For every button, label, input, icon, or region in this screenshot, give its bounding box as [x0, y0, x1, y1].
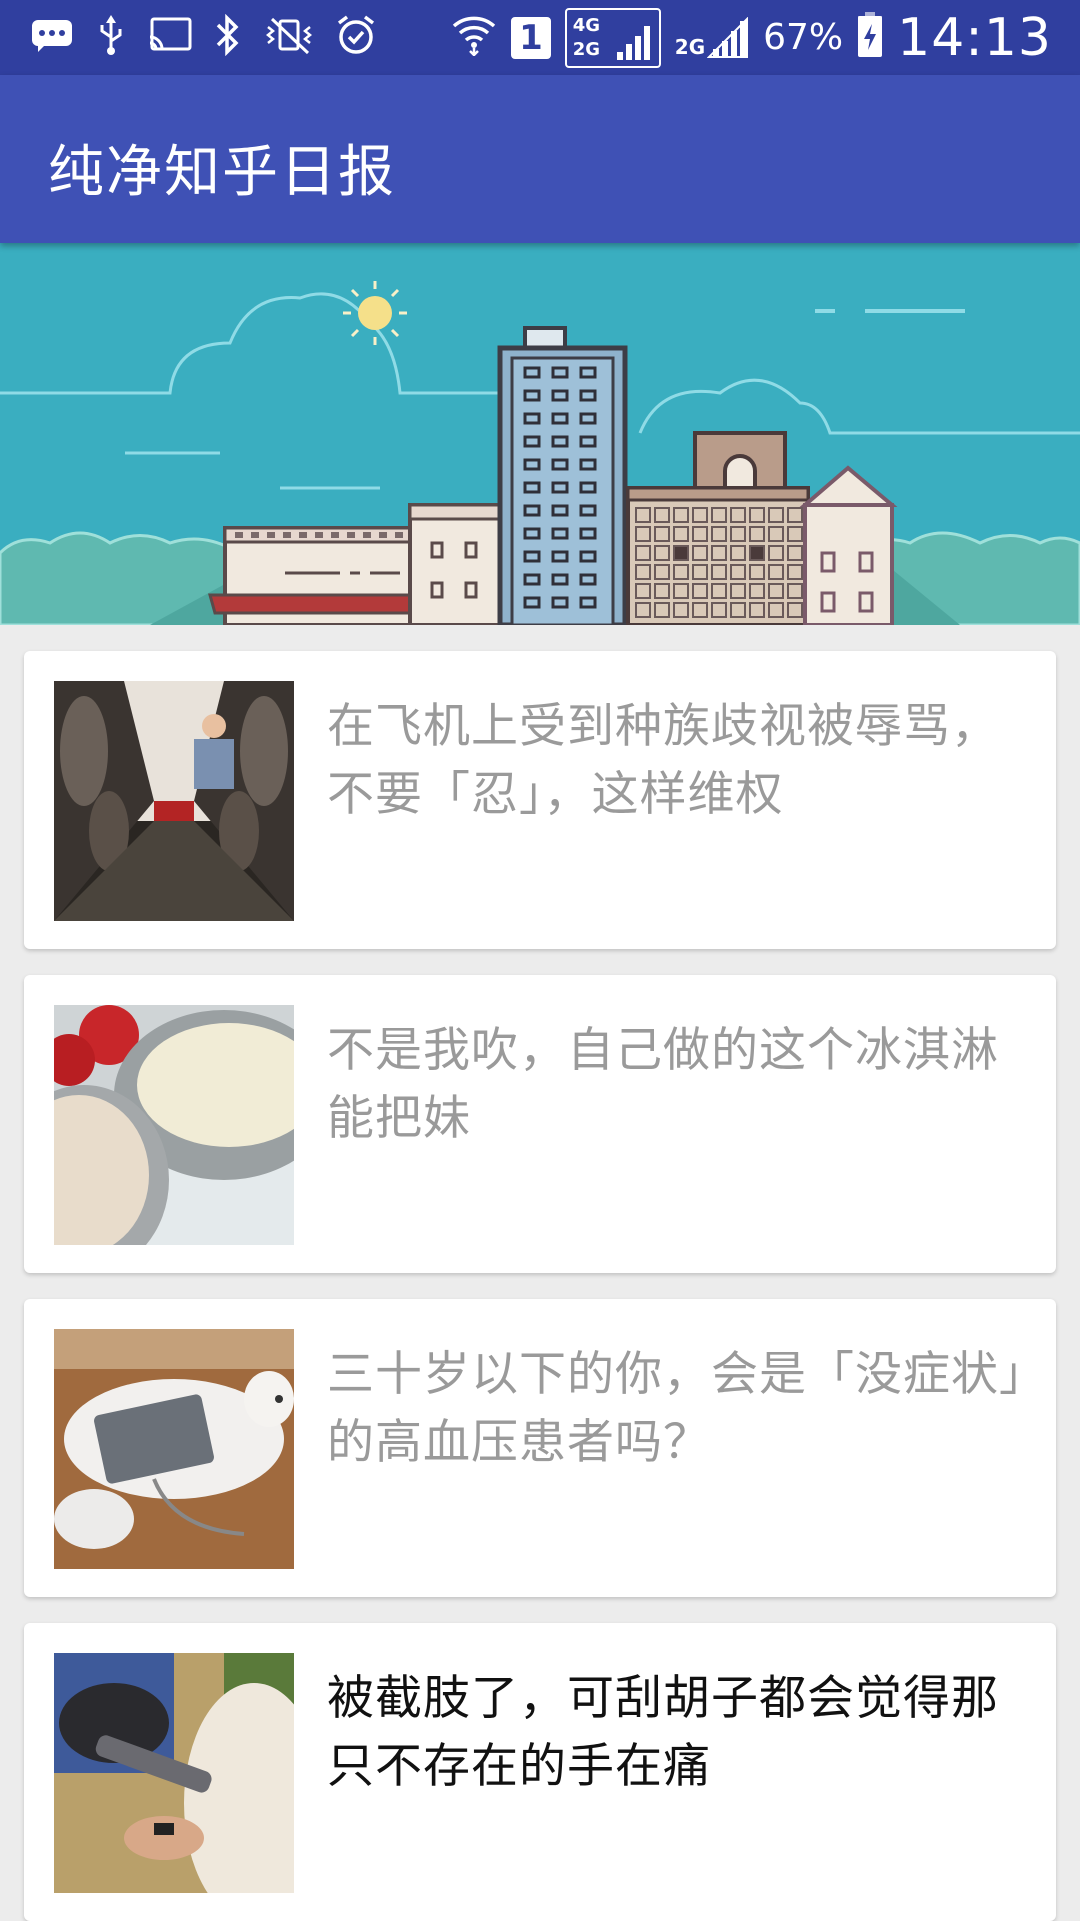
story-card[interactable]: 被截肢了，可刮胡子都会觉得那只不存在的手在痛: [24, 1623, 1056, 1921]
status-right-icons: 1 4G 2G 2G 67% 14:13: [451, 0, 1052, 75]
bluetooth-icon: [214, 13, 242, 62]
wifi-icon: [451, 14, 497, 62]
story-thumbnail: [54, 1653, 294, 1893]
story-thumbnail: [54, 1005, 294, 1245]
cat-blood-pressure-photo: [54, 1329, 294, 1569]
story-card[interactable]: 在飞机上受到种族歧视被辱骂，不要「忍」，这样维权: [24, 651, 1056, 949]
sim-badge: 1: [511, 16, 551, 59]
vibrate-icon: [264, 15, 314, 61]
clock: 14:13: [897, 7, 1052, 68]
story-thumbnail: [54, 1329, 294, 1569]
story-thumbnail: [54, 681, 294, 921]
story-title: 在飞机上受到种族歧视被辱骂，不要「忍」，这样维权: [327, 699, 999, 822]
network-2g-label: 2G: [572, 38, 601, 60]
network-4g-badge: 4G 2G: [564, 7, 661, 68]
battery-charging-icon: [857, 11, 883, 64]
city-skyline-illustration: [0, 243, 1080, 625]
story-title: 不是我吹，自己做的这个冰淇淋能把妹: [327, 1023, 999, 1146]
prosthetic-arm-photo: [54, 1653, 294, 1893]
usb-icon: [96, 15, 126, 61]
message-icon: [30, 18, 74, 58]
airplane-aisle-photo: [54, 681, 294, 921]
alarm-icon: [336, 14, 376, 62]
app-bar: 纯净知乎日报: [0, 75, 1080, 243]
battery-percent: 67%: [763, 17, 844, 58]
cast-icon: [148, 17, 192, 59]
network-4g-label: 4G: [572, 14, 601, 36]
header-banner: [0, 243, 1080, 625]
signal-icon: [707, 16, 749, 58]
status-bar: 1 4G 2G 2G 67% 14:13: [0, 0, 1080, 75]
story-card[interactable]: 三十岁以下的你，会是「没症状」的高血压患者吗？: [24, 1299, 1056, 1597]
app-title: 纯净知乎日报: [48, 140, 396, 205]
signal-2g: 2G: [674, 16, 749, 59]
network-2g-b-label: 2G: [674, 34, 706, 59]
status-left-icons: [30, 8, 376, 68]
signal-icon: [616, 25, 650, 60]
story-title: 被截肢了，可刮胡子都会觉得那只不存在的手在痛: [327, 1671, 999, 1794]
story-title: 三十岁以下的你，会是「没症状」的高血压患者吗？: [327, 1347, 1024, 1470]
ice-cream-bowls-photo: [54, 1005, 294, 1245]
story-card[interactable]: 不是我吹，自己做的这个冰淇淋能把妹: [24, 975, 1056, 1273]
